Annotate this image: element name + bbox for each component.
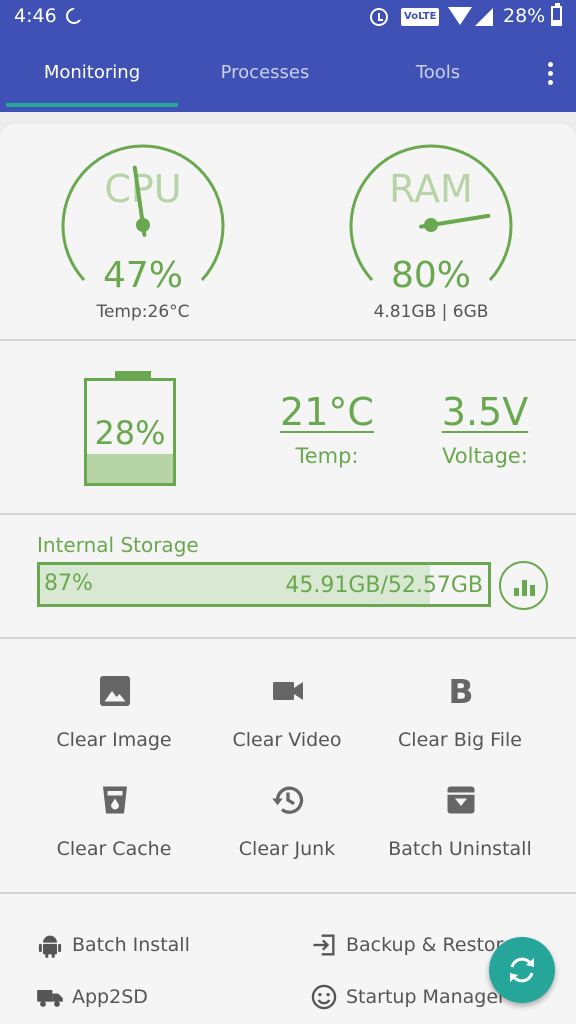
divider: [0, 339, 576, 341]
divider: [0, 513, 576, 515]
clear-cache-label: Clear Cache: [56, 838, 172, 860]
battery-voltage-label: Voltage:: [442, 444, 528, 468]
storage-percent: 87%: [44, 571, 93, 596]
status-battery-percent: 28%: [503, 5, 546, 27]
battery-level-fill: [87, 454, 173, 483]
do-not-disturb-icon: [66, 7, 85, 24]
clear-junk-label: Clear Junk: [238, 838, 336, 860]
clear-image-label: Clear Image: [56, 729, 172, 751]
ram-needle-hub: [424, 218, 438, 232]
clear-cache-button[interactable]: Clear Cache: [29, 782, 199, 862]
startup-manager-label: Startup Manager: [346, 986, 506, 1008]
cpu-temp: Temp:26°C: [96, 302, 190, 322]
alarm-icon: [370, 8, 388, 26]
ram-usage: 4.81GB | 6GB: [373, 302, 489, 322]
app2sd-label: App2SD: [72, 986, 148, 1008]
tab-tools[interactable]: Tools: [368, 62, 508, 83]
volte-badge: VoLTE: [401, 8, 440, 26]
clear-big-file-label: Clear Big File: [398, 729, 522, 751]
clear-video-label: Clear Video: [232, 729, 342, 751]
bar-chart-icon: [530, 585, 535, 596]
app2sd-button[interactable]: App2SD: [36, 986, 236, 1012]
battery-percent: 28%: [94, 414, 166, 452]
tab-monitoring[interactable]: Monitoring: [22, 62, 162, 83]
bold-b-icon: B: [448, 673, 473, 709]
login-arrow-icon: [313, 934, 335, 956]
battery-voltage-value: 3.5V: [441, 390, 529, 434]
backup-restore-button[interactable]: Backup & Restore: [310, 934, 515, 960]
history-icon: [272, 786, 304, 814]
battery-icon: [551, 3, 562, 26]
clear-big-file-button[interactable]: B Clear Big File: [375, 673, 545, 753]
storage-size: 45.91GB/52.57GB: [285, 573, 483, 598]
cell-signal-icon: [475, 8, 493, 26]
status-bar: 4:46 VoLTE 28%: [0, 0, 576, 34]
cache-cup-icon: [103, 786, 127, 814]
divider: [0, 892, 576, 894]
image-icon: [100, 676, 130, 706]
ram-label: RAM: [389, 167, 473, 211]
truck-icon: [37, 990, 63, 1007]
batch-install-label: Batch Install: [72, 934, 190, 956]
clear-video-button[interactable]: Clear Video: [202, 673, 372, 753]
status-time: 4:46: [14, 5, 57, 27]
storage-chart-button[interactable]: [499, 561, 548, 610]
overflow-menu-icon[interactable]: [540, 62, 560, 88]
divider: [0, 637, 576, 639]
cpu-percent: 47%: [102, 255, 183, 296]
refresh-fab[interactable]: [489, 937, 555, 1003]
battery-temp-label: Temp:: [295, 444, 359, 468]
tab-processes[interactable]: Processes: [195, 62, 335, 83]
tab-bar: Monitoring Processes Tools: [0, 40, 576, 112]
cpu-label: CPU: [104, 167, 181, 211]
active-tab-indicator: [6, 103, 178, 107]
battery-temp-value: 21°C: [280, 390, 374, 434]
android-icon: [38, 935, 62, 958]
bar-chart-icon: [514, 588, 519, 596]
battery-shell: 28%: [84, 371, 176, 486]
cpu-needle-hub: [136, 218, 150, 232]
bar-chart-icon: [522, 580, 527, 596]
app-header: 4:46 VoLTE 28% Monitoring Processes Tool…: [0, 0, 576, 112]
startup-manager-button[interactable]: Startup Manager: [310, 984, 510, 1012]
smiley-icon: [311, 984, 337, 1010]
batch-uninstall-button[interactable]: Batch Uninstall: [375, 782, 545, 862]
svg-text:B: B: [448, 673, 473, 709]
refresh-icon: [510, 957, 534, 983]
archive-icon: [447, 786, 475, 814]
video-icon: [273, 682, 303, 700]
clear-image-button[interactable]: Clear Image: [29, 673, 199, 753]
clear-junk-button[interactable]: Clear Junk: [202, 782, 372, 862]
storage-bar: 87% 45.91GB/52.57GB: [37, 562, 491, 607]
storage-title: Internal Storage: [37, 533, 199, 557]
ram-percent: 80%: [390, 255, 471, 296]
batch-uninstall-label: Batch Uninstall: [388, 838, 532, 860]
batch-install-button[interactable]: Batch Install: [36, 934, 236, 960]
wifi-icon: [448, 7, 472, 25]
battery-cap: [115, 371, 151, 381]
